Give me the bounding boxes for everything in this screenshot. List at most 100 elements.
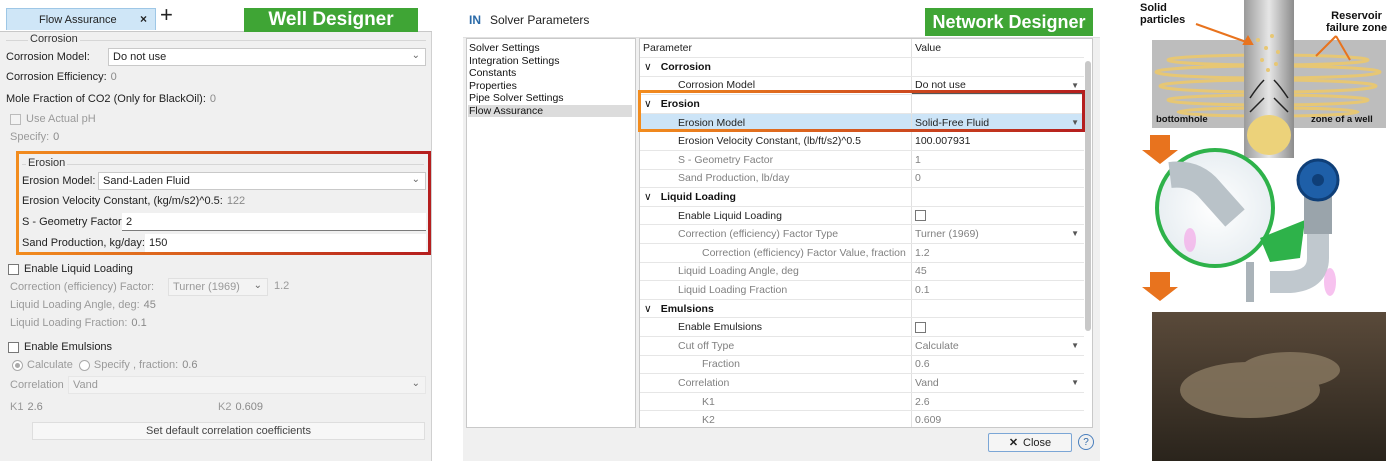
nav-item[interactable]: Pipe Solver Settings <box>469 92 564 104</box>
nav-item[interactable]: Properties <box>469 80 517 92</box>
property-value: 0.6 <box>915 358 930 371</box>
property-value-cell[interactable]: 45 <box>912 263 1084 281</box>
chevron-down-icon[interactable]: ∨ <box>644 191 652 203</box>
property-row[interactable]: Cut off Type Calculate ▼ <box>640 337 1084 356</box>
k1-value[interactable]: 2.6 <box>27 401 42 413</box>
enable-liquid-loading-checkbox[interactable] <box>8 263 19 275</box>
grid-header-value: Value <box>915 41 942 54</box>
corrosion-model-select[interactable]: Do not use ⌄ <box>108 48 426 66</box>
property-row[interactable]: Liquid Loading Angle, deg 45 <box>640 262 1084 282</box>
use-ph-row[interactable]: Use Actual pH <box>10 110 412 128</box>
dropdown-arrow-icon[interactable]: ▼ <box>1071 229 1079 238</box>
property-name-cell: K2 <box>640 411 912 427</box>
help-icon[interactable]: ? <box>1078 434 1094 450</box>
property-value-cell[interactable]: Vand ▼ <box>912 374 1084 392</box>
property-value-cell[interactable]: Calculate ▼ <box>912 337 1084 355</box>
corrosion-efficiency-value[interactable]: 0 <box>111 71 117 83</box>
chevron-down-icon[interactable]: ∨ <box>644 303 652 315</box>
property-value-cell[interactable]: 1 <box>912 151 1084 169</box>
property-value-cell[interactable]: 0 <box>912 170 1084 188</box>
dropdown-arrow-icon[interactable]: ▼ <box>1071 378 1079 387</box>
property-name-cell: Liquid Loading Angle, deg <box>640 262 912 281</box>
dropdown-arrow-icon[interactable]: ▼ <box>1071 341 1079 350</box>
nav-item[interactable]: Flow Assurance <box>468 104 632 117</box>
property-value-cell[interactable]: 1.2 <box>912 244 1084 262</box>
network-designer-brand: Network Designer <box>925 8 1093 36</box>
property-row[interactable]: K2 0.609 <box>640 411 1084 427</box>
nav-item[interactable]: Integration Settings <box>469 55 559 67</box>
property-label: Fraction <box>702 358 740 371</box>
property-name-cell: Liquid Loading Fraction <box>640 281 912 299</box>
property-value-cell[interactable]: 100.007931 <box>912 132 1084 150</box>
checkbox[interactable] <box>915 210 926 222</box>
geometry-factor-input[interactable]: 2 <box>122 213 426 231</box>
property-value-cell[interactable]: 2.6 <box>912 393 1084 411</box>
property-value-cell[interactable] <box>912 207 1084 225</box>
enable-liquid-loading-row[interactable]: Enable Liquid Loading <box>8 260 410 278</box>
category-row[interactable]: ∨ Liquid Loading <box>640 188 1084 207</box>
enable-emulsions-row[interactable]: Enable Emulsions <box>8 338 410 356</box>
liquid-loading-fraction-value[interactable]: 0.1 <box>131 317 146 329</box>
property-row[interactable]: Correction (efficiency) Factor Value, fr… <box>640 244 1084 263</box>
erosion-model-select[interactable]: Sand-Laden Fluid ⌄ <box>98 172 426 190</box>
close-button[interactable]: ✕ Close <box>988 433 1072 452</box>
k1-label: K1 <box>10 401 24 413</box>
ph-specify-value[interactable]: 0 <box>53 131 59 143</box>
property-label: Correction (efficiency) Factor Type <box>678 228 839 241</box>
property-row[interactable]: K1 2.6 <box>640 392 1084 412</box>
set-default-coefficients-button[interactable]: Set default correlation coefficients <box>32 422 425 440</box>
property-value-cell[interactable]: 0.1 <box>912 281 1084 299</box>
checkbox[interactable] <box>915 321 926 333</box>
liquid-loading-angle-value[interactable]: 45 <box>144 299 156 311</box>
property-value-cell <box>912 58 1084 76</box>
correlation-select[interactable]: Vand ⌄ <box>68 376 426 394</box>
sand-production-label: Sand Production, kg/day: <box>22 237 145 249</box>
geometry-factor-value: 2 <box>126 215 133 228</box>
erosion-velocity-value[interactable]: 122 <box>227 195 245 207</box>
down-arrow-icon <box>1142 135 1178 164</box>
property-row[interactable]: Fraction 0.6 <box>640 355 1084 375</box>
property-row[interactable]: Correction (efficiency) Factor Type Turne… <box>640 225 1084 244</box>
calculate-radio[interactable] <box>12 359 23 371</box>
property-row[interactable]: Liquid Loading Fraction 0.1 <box>640 281 1084 300</box>
erosion-illustration: Solid particles Reservoir failure zone b… <box>1140 0 1393 461</box>
category-row[interactable]: ∨ Corrosion <box>640 58 1084 77</box>
co2-fraction-value[interactable]: 0 <box>210 93 216 105</box>
property-value-cell[interactable]: 0.6 <box>912 356 1084 374</box>
tab-flow-assurance[interactable]: Flow Assurance × <box>6 8 156 30</box>
sand-production-input[interactable]: 150 <box>145 234 426 252</box>
property-row[interactable]: Enable Emulsions <box>640 318 1084 337</box>
close-icon: ✕ <box>1008 437 1019 449</box>
property-value-cell[interactable] <box>912 318 1084 336</box>
app-logo-icon: IN <box>469 13 481 27</box>
use-ph-checkbox[interactable] <box>10 113 21 125</box>
property-row[interactable]: Erosion Velocity Constant, (lb/ft/s2)^0.… <box>640 132 1084 151</box>
network-designer-panel: IN Solver Parameters Network Designer So… <box>463 0 1100 461</box>
property-row[interactable]: S - Geometry Factor 1 <box>640 151 1084 170</box>
nav-item[interactable]: Constants <box>469 67 516 79</box>
k2-value[interactable]: 0.609 <box>235 401 263 413</box>
nav-item[interactable]: Solver Settings <box>469 42 540 54</box>
property-value-cell[interactable]: 0.609 <box>912 411 1084 427</box>
fraction-label: , fraction: <box>132 359 179 371</box>
ph-specify-row: Specify: 0 <box>10 128 412 146</box>
property-row[interactable]: Sand Production, lb/day 0 <box>640 169 1084 189</box>
dropdown-arrow-icon[interactable]: ▼ <box>1071 81 1079 90</box>
chevron-down-icon[interactable]: ∨ <box>644 61 652 73</box>
close-icon[interactable]: × <box>140 12 147 26</box>
property-value: 1 <box>915 153 921 166</box>
close-button-label: Close <box>1023 436 1052 449</box>
correlation-label: Correlation <box>10 379 64 391</box>
fraction-value[interactable]: 0.6 <box>182 359 197 371</box>
correction-factor-select[interactable]: Turner (1969) ⌄ <box>168 278 268 296</box>
category-row[interactable]: ∨ Emulsions <box>640 299 1084 319</box>
property-row[interactable]: Enable Liquid Loading <box>640 206 1084 226</box>
correction-factor-number[interactable]: 1.2 <box>274 280 289 292</box>
specify-radio[interactable] <box>78 359 90 371</box>
app-logo-text: IN <box>469 13 481 27</box>
property-value-cell[interactable]: Turner (1969) ▼ <box>912 225 1084 243</box>
enable-emulsions-checkbox[interactable] <box>8 341 19 353</box>
scrollbar[interactable] <box>1085 61 1091 331</box>
property-row[interactable]: Correlation Vand ▼ <box>640 374 1084 393</box>
add-tab-icon[interactable]: + <box>160 4 173 26</box>
